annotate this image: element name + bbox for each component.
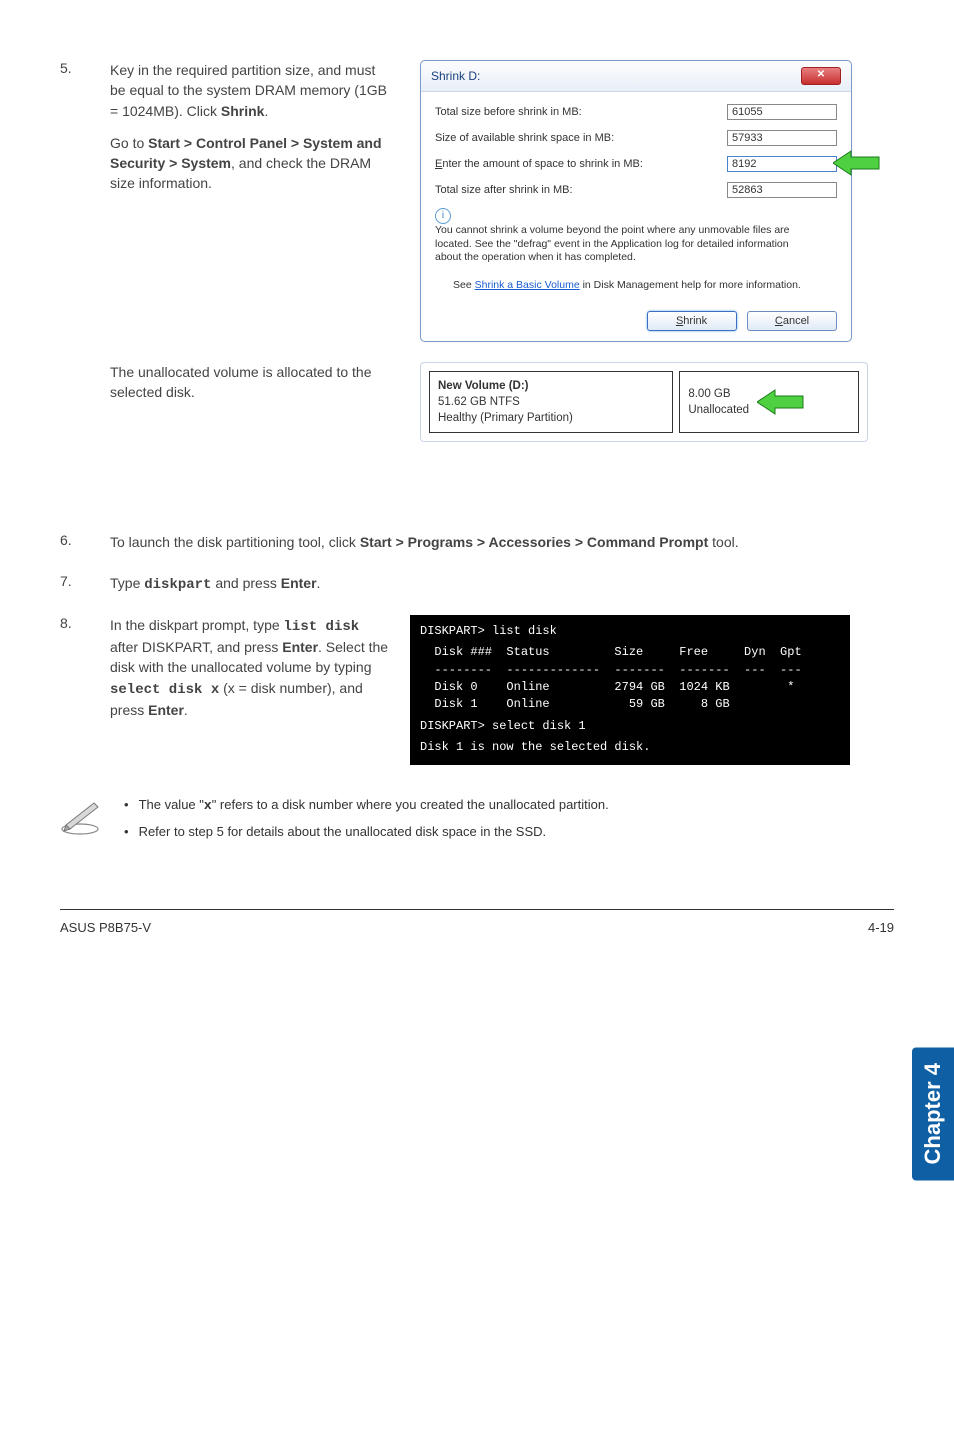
shrink-info-text: You cannot shrink a volume beyond the po… xyxy=(435,224,815,265)
shrink-button-row: ShrinkShrink CancelCancel xyxy=(421,303,851,341)
shrink-input[interactable]: 8192 xyxy=(727,156,837,172)
dp-prompt-select: DISKPART> select disk 1 xyxy=(420,718,840,735)
step5-text2a: Go to xyxy=(110,135,148,151)
dp-prompt-list: DISKPART> list disk xyxy=(420,623,840,640)
step5-paragraph3: The unallocated volume is allocated to t… xyxy=(110,362,390,403)
step6-text: To launch the disk partitioning tool, cl… xyxy=(110,532,739,552)
shrink-see1: See xyxy=(453,279,475,291)
step5-text1b: Shrink xyxy=(221,103,265,119)
step7-text: Type diskpart and press Enter. xyxy=(110,573,320,595)
cancel-button[interactable]: CancelCancel xyxy=(747,311,837,331)
info-icon: i xyxy=(435,208,451,224)
shrink-button[interactable]: ShrinkShrink xyxy=(647,311,737,331)
chapter-tag: Chapter 4 xyxy=(912,1047,954,1180)
vol-left-l2: 51.62 GB NTFS xyxy=(438,396,520,408)
close-icon[interactable]: ✕ xyxy=(801,67,841,85)
dp-header-sep: -------- ------------- ------- ------- -… xyxy=(420,662,840,679)
dp-header: Disk ### Status Size Free Dyn Gpt xyxy=(420,644,840,661)
shrink-val4: 52863 xyxy=(727,182,837,198)
shrink-row-avail: Size of available shrink space in MB: 57… xyxy=(435,130,837,146)
shrink-help-link[interactable]: Shrink a Basic Volume xyxy=(475,279,580,291)
shrink-lbl2: Size of available shrink space in MB: xyxy=(435,132,614,144)
shrink-val1: 61055 xyxy=(727,104,837,120)
volume-panel: New Volume (D:) 51.62 GB NTFS Healthy (P… xyxy=(420,362,868,442)
shrink-titlebar[interactable]: Shrink D: ✕ xyxy=(421,61,851,92)
volume-box-d: New Volume (D:) 51.62 GB NTFS Healthy (P… xyxy=(429,371,673,433)
vol-right-l2: Unallocated xyxy=(688,404,749,416)
dp-result: Disk 1 is now the selected disk. xyxy=(420,739,840,756)
step5-paragraph1: Key in the required partition size, and … xyxy=(110,60,390,121)
note-bullet-1: • The value "x" refers to a disk number … xyxy=(124,795,894,817)
step8-text: In the diskpart prompt, type list disk a… xyxy=(110,615,390,720)
shrink-row-enter: EEnter the amount of space to shrink in … xyxy=(435,156,837,172)
pencil-note-icon xyxy=(60,795,104,840)
step5-text1c: . xyxy=(264,103,268,119)
shrink-val2: 57933 xyxy=(727,130,837,146)
arrow-pointer-icon xyxy=(833,149,881,177)
shrink-row-total-before: Total size before shrink in MB: 61055 xyxy=(435,104,837,120)
step6-number: 6. xyxy=(60,532,110,548)
note-bullet-2: • Refer to step 5 for details about the … xyxy=(124,822,894,843)
step5-number: 5. xyxy=(60,60,110,76)
step8-number: 8. xyxy=(60,615,110,631)
footer-right: 4-19 xyxy=(868,920,894,935)
shrink-lbl1: Total size before shrink in MB: xyxy=(435,106,582,118)
arrow-pointer-icon xyxy=(757,388,805,416)
shrink-lbl3: EEnter the amount of space to shrink in … xyxy=(435,158,643,170)
shrink-title-text: Shrink D: xyxy=(431,69,480,83)
shrink-lbl4: Total size after shrink in MB: xyxy=(435,184,573,196)
shrink-val3: 8192 xyxy=(732,158,756,170)
dp-row-disk1: Disk 1 Online 59 GB 8 GB xyxy=(420,696,840,713)
volume-box-unallocated: 8.00 GB Unallocated xyxy=(679,371,859,433)
vol-left-l3: Healthy (Primary Partition) xyxy=(438,412,573,424)
dp-row-disk0: Disk 0 Online 2794 GB 1024 KB * xyxy=(420,679,840,696)
step5-paragraph2: Go to Start > Control Panel > System and… xyxy=(110,133,390,194)
footer-left: ASUS P8B75-V xyxy=(60,920,151,935)
vol-right-l1: 8.00 GB xyxy=(688,388,730,400)
page-footer: ASUS P8B75-V 4-19 xyxy=(60,909,894,935)
diskpart-output: DISKPART> list disk Disk ### Status Size… xyxy=(410,615,850,765)
vol-left-title: New Volume (D:) xyxy=(438,380,529,392)
shrink-dialog: Shrink D: ✕ Total size before shrink in … xyxy=(420,60,852,342)
shrink-see2: in Disk Management help for more informa… xyxy=(580,279,801,291)
step7-number: 7. xyxy=(60,573,110,589)
shrink-row-total-after: Total size after shrink in MB: 52863 xyxy=(435,182,837,198)
